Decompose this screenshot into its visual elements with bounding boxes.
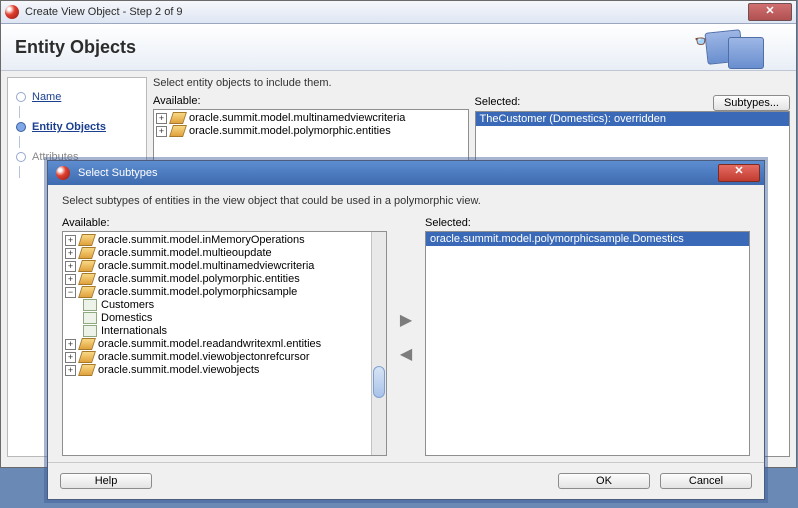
add-icon[interactable]: ▶ [400, 310, 412, 330]
package-icon [78, 351, 96, 363]
expand-icon[interactable]: + [65, 235, 76, 246]
modal-description: Select subtypes of entities in the view … [62, 195, 750, 207]
expand-icon[interactable]: + [65, 261, 76, 272]
tree-item[interactable]: +oracle.summit.model.polymorphic.entitie… [65, 273, 369, 286]
tree-item[interactable]: + oracle.summit.model.multinamedviewcrit… [156, 112, 466, 125]
tree-item[interactable]: +oracle.summit.model.viewobjects [65, 364, 369, 377]
modal-titlebar: Select Subtypes ✕ [48, 161, 764, 185]
tree-item[interactable]: Customers [83, 299, 369, 312]
tree-item[interactable]: +oracle.summit.model.multieoupdate [65, 247, 369, 260]
wizard-header-decor: 👓 [692, 27, 782, 67]
scrollbar[interactable] [371, 232, 386, 455]
modal-title: Select Subtypes [78, 167, 158, 179]
tree-item[interactable]: −oracle.summit.model.polymorphicsample [65, 286, 369, 299]
wizard-header: Entity Objects 👓 [1, 24, 796, 71]
collapse-icon[interactable]: − [65, 287, 76, 298]
selected-item[interactable]: oracle.summit.model.polymorphicsample.Do… [426, 232, 749, 246]
selected-label: Selected: [475, 96, 707, 108]
wizard-title: Create View Object - Step 2 of 9 [25, 6, 183, 18]
modal-selected-list[interactable]: oracle.summit.model.polymorphicsample.Do… [425, 231, 750, 456]
tree-item[interactable]: +oracle.summit.model.inMemoryOperations [65, 234, 369, 247]
tree-item[interactable]: +oracle.summit.model.viewobjectonrefcurs… [65, 351, 369, 364]
expand-icon[interactable]: + [65, 339, 76, 350]
app-icon [56, 166, 70, 180]
step-entity-objects[interactable]: Entity Objects [14, 118, 140, 136]
package-icon [78, 364, 96, 376]
entity-icon [83, 312, 97, 324]
expand-icon[interactable]: + [65, 248, 76, 259]
package-icon [78, 273, 96, 285]
wizard-titlebar: Create View Object - Step 2 of 9 ✕ [1, 1, 796, 24]
expand-icon[interactable]: + [156, 126, 167, 137]
wizard-description: Select entity objects to include them. [153, 77, 790, 89]
package-icon [78, 286, 96, 298]
close-icon[interactable]: ✕ [748, 3, 792, 21]
expand-icon[interactable]: + [156, 113, 167, 124]
entity-icon [83, 325, 97, 337]
step-name[interactable]: Name [14, 88, 140, 106]
close-icon[interactable]: ✕ [718, 164, 760, 182]
tree-item[interactable]: +oracle.summit.model.readandwritexml.ent… [65, 338, 369, 351]
package-icon [78, 260, 96, 272]
page-title: Entity Objects [15, 37, 136, 58]
step-label: Name [32, 91, 61, 103]
entity-icon [83, 299, 97, 311]
package-icon [78, 234, 96, 246]
scrollbar-thumb[interactable] [373, 366, 385, 398]
selected-label: Selected: [425, 217, 750, 229]
package-icon [169, 112, 187, 124]
subtypes-dialog: Select Subtypes ✕ Select subtypes of ent… [47, 160, 765, 500]
modal-available-list[interactable]: +oracle.summit.model.inMemoryOperations … [62, 231, 387, 456]
expand-icon[interactable]: + [65, 274, 76, 285]
tree-item[interactable]: Internationals [83, 325, 369, 338]
available-label: Available: [62, 217, 387, 229]
available-label: Available: [153, 95, 469, 107]
ok-button[interactable]: OK [558, 473, 650, 489]
package-icon [78, 338, 96, 350]
package-icon [169, 125, 187, 137]
remove-icon[interactable]: ◀ [400, 344, 412, 364]
subtypes-button[interactable]: Subtypes... [713, 95, 790, 111]
tree-item[interactable]: +oracle.summit.model.multinamedviewcrite… [65, 260, 369, 273]
step-label: Entity Objects [32, 121, 106, 133]
app-icon [5, 5, 19, 19]
help-button[interactable]: Help [60, 473, 152, 489]
expand-icon[interactable]: + [65, 352, 76, 363]
expand-icon[interactable]: + [65, 365, 76, 376]
selected-item[interactable]: TheCustomer (Domestics): overridden [476, 112, 790, 126]
tree-item[interactable]: Domestics [83, 312, 369, 325]
tree-item[interactable]: + oracle.summit.model.polymorphic.entiti… [156, 125, 466, 138]
cancel-button[interactable]: Cancel [660, 473, 752, 489]
package-icon [78, 247, 96, 259]
